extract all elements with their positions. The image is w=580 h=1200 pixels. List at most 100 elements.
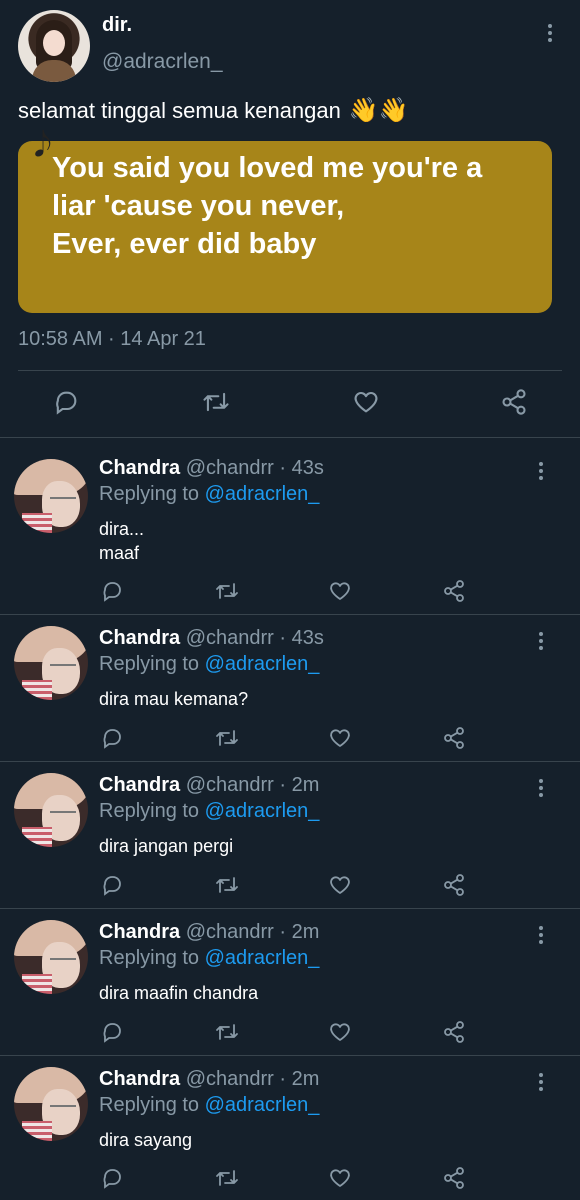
reply-text: dira jangan pergi [99, 834, 233, 858]
more-options-icon[interactable] [547, 24, 553, 42]
reply-text-line: dira jangan pergi [99, 836, 234, 856]
handle[interactable]: @adracrlen_ [102, 50, 223, 74]
display-name[interactable]: dir. [102, 14, 132, 37]
handle-time: @chandrr · 2m [185, 1068, 320, 1090]
more-options-icon[interactable] [538, 462, 544, 480]
tweet-actions [0, 726, 580, 756]
tweet-text: selamat tinggal semua kenangan 👋👋 [18, 96, 409, 125]
reply-header: Chandra @chandrr · 2m [99, 774, 319, 797]
main-tweet: dir. @adracrlen_ selamat tinggal semua k… [0, 0, 580, 438]
avatar[interactable] [14, 626, 88, 700]
reply-tweet[interactable]: Chandra @chandrr · 43s Replying to @adra… [0, 437, 580, 614]
like-icon[interactable] [328, 1166, 352, 1190]
replying-handle-link[interactable]: @adracrlen_ [205, 1094, 320, 1116]
reply-tweet[interactable]: Chandra @chandrr · 2m Replying to @adrac… [0, 1055, 580, 1200]
display-name[interactable]: Chandra [99, 627, 180, 649]
display-name[interactable]: Chandra [99, 457, 180, 479]
tweet-text-content: selamat tinggal semua kenangan [18, 97, 341, 123]
handle-time: @chandrr · 2m [185, 774, 320, 796]
more-options-icon[interactable] [538, 1073, 544, 1091]
display-name[interactable]: Chandra [99, 774, 180, 796]
musical-note-icon: 𝅘𝅥𝅮 [34, 126, 52, 164]
reply-header: Chandra @chandrr · 43s [99, 627, 324, 650]
share-icon[interactable] [442, 1166, 466, 1190]
share-icon[interactable] [442, 579, 466, 603]
replying-handle-link[interactable]: @adracrlen_ [205, 947, 320, 969]
share-icon[interactable] [442, 726, 466, 750]
like-icon[interactable] [352, 388, 380, 416]
reply-text: dira... maaf [99, 517, 144, 565]
reply-icon[interactable] [100, 873, 124, 897]
reply-icon[interactable] [52, 388, 80, 416]
reply-text-line: dira maafin chandra [99, 983, 259, 1003]
tweet-timestamp[interactable]: 10:58 AM · 14 Apr 21 [18, 328, 206, 351]
display-name[interactable]: Chandra [99, 921, 180, 943]
reply-text-line: dira mau kemana? [99, 689, 249, 709]
lyric-line: Ever, ever did baby [52, 228, 317, 260]
retweet-icon[interactable] [214, 579, 240, 603]
replying-label: Replying to [99, 1094, 200, 1116]
more-options-icon[interactable] [538, 632, 544, 650]
replying-to: Replying to @adracrlen_ [99, 483, 319, 506]
retweet-icon[interactable] [214, 1020, 240, 1044]
tweet-actions [0, 579, 580, 609]
reply-header: Chandra @chandrr · 43s [99, 457, 324, 480]
retweet-icon[interactable] [214, 873, 240, 897]
replying-label: Replying to [99, 483, 200, 505]
tweet-actions [0, 1166, 580, 1196]
reply-tweet[interactable]: Chandra @chandrr · 43s Replying to @adra… [0, 614, 580, 761]
handle-time: @chandrr · 43s [185, 627, 324, 649]
replying-to: Replying to @adracrlen_ [99, 947, 319, 970]
like-icon[interactable] [328, 1020, 352, 1044]
reply-icon[interactable] [100, 579, 124, 603]
reply-icon[interactable] [100, 1020, 124, 1044]
reply-tweet[interactable]: Chandra @chandrr · 2m Replying to @adrac… [0, 908, 580, 1055]
like-icon[interactable] [328, 579, 352, 603]
handle-time: @chandrr · 2m [185, 921, 320, 943]
avatar[interactable] [14, 1067, 88, 1141]
lyric-line: You said you loved me you're a [52, 152, 483, 184]
reply-text-line: dira... [99, 519, 145, 539]
retweet-icon[interactable] [214, 726, 240, 750]
avatar[interactable] [18, 10, 90, 82]
lyric-line: liar 'cause you never, [52, 190, 345, 222]
more-options-icon[interactable] [538, 926, 544, 944]
replying-to: Replying to @adracrlen_ [99, 1094, 319, 1117]
divider [18, 370, 562, 371]
share-icon[interactable] [500, 388, 528, 416]
handle-time: @chandrr · 43s [185, 457, 324, 479]
replying-label: Replying to [99, 653, 200, 675]
replying-to: Replying to @adracrlen_ [99, 653, 319, 676]
replying-to: Replying to @adracrlen_ [99, 800, 319, 823]
lyrics-card[interactable]: You said you loved me you're a liar 'cau… [18, 141, 552, 313]
waving-hand-emoji: 👋👋 [348, 97, 409, 124]
tweet-actions [0, 873, 580, 903]
reply-text: dira maafin chandra [99, 981, 258, 1005]
like-icon[interactable] [328, 726, 352, 750]
retweet-icon[interactable] [201, 388, 231, 416]
avatar[interactable] [14, 459, 88, 533]
reply-tweet[interactable]: Chandra @chandrr · 2m Replying to @adrac… [0, 761, 580, 908]
tweet-actions [0, 1020, 580, 1050]
avatar[interactable] [14, 773, 88, 847]
replying-handle-link[interactable]: @adracrlen_ [205, 483, 320, 505]
retweet-icon[interactable] [214, 1166, 240, 1190]
replying-handle-link[interactable]: @adracrlen_ [205, 800, 320, 822]
reply-text-line: dira sayang [99, 1130, 193, 1150]
replying-label: Replying to [99, 800, 200, 822]
reply-text: dira sayang [99, 1128, 192, 1152]
share-icon[interactable] [442, 873, 466, 897]
display-name[interactable]: Chandra [99, 1068, 180, 1090]
more-options-icon[interactable] [538, 779, 544, 797]
replying-handle-link[interactable]: @adracrlen_ [205, 653, 320, 675]
reply-text: dira mau kemana? [99, 687, 248, 711]
replying-label: Replying to [99, 947, 200, 969]
reply-icon[interactable] [100, 1166, 124, 1190]
reply-header: Chandra @chandrr · 2m [99, 921, 319, 944]
avatar[interactable] [14, 920, 88, 994]
tweet-actions [0, 386, 580, 416]
reply-icon[interactable] [100, 726, 124, 750]
like-icon[interactable] [328, 873, 352, 897]
share-icon[interactable] [442, 1020, 466, 1044]
reply-header: Chandra @chandrr · 2m [99, 1068, 319, 1091]
